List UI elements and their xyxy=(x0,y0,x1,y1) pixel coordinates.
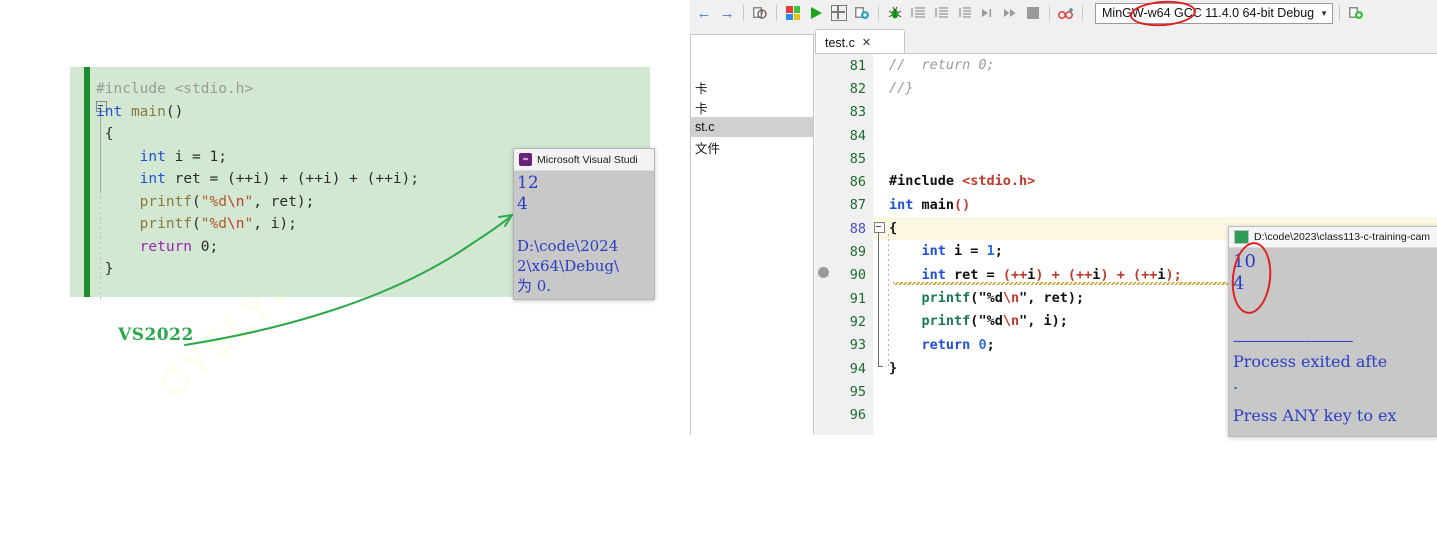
line-number: 83 xyxy=(849,104,866,121)
inspect-icon[interactable] xyxy=(750,3,770,23)
vs-code-line: } xyxy=(96,261,114,277)
vs-code-line: printf("%d\n", i); xyxy=(139,216,297,232)
line-number: 86 xyxy=(849,174,866,191)
vs-change-bar xyxy=(84,67,90,297)
tree-item[interactable]: 卡 xyxy=(691,97,813,117)
vs-console-titlebar: ∞ Microsoft Visual Studi xyxy=(514,149,654,171)
profile-icon[interactable] xyxy=(1346,3,1366,23)
project-tree-panel[interactable]: 卡 卡 st.c 文件 xyxy=(690,34,814,435)
arrow-right-icon[interactable]: → xyxy=(717,3,737,23)
devcpp-console-title-text: D:\code\2023\class113-c-training-cam xyxy=(1254,231,1431,243)
tree-item[interactable]: 卡 xyxy=(691,77,813,97)
toolbar-separator xyxy=(878,5,879,21)
console-output-line: 4 xyxy=(517,194,528,214)
outdent-icon[interactable] xyxy=(931,3,951,23)
vs-console-title-text: Microsoft Visual Studi xyxy=(537,153,638,166)
vs-code-line: #include <stdio.h> xyxy=(96,81,254,97)
line-number: 92 xyxy=(849,313,866,330)
toolbar-separator xyxy=(776,5,777,21)
console-output-line: 2\x64\Debug\ xyxy=(517,257,620,275)
line-number-gutter: 81 82 83 84 85 86 87 88 89 90 91 92 93 9… xyxy=(815,54,873,435)
code-line: int main() xyxy=(889,196,971,213)
vs-code-line: int main() xyxy=(96,103,184,120)
console-output-line: Press ANY key to ex xyxy=(1233,406,1397,425)
tree-item-test-c[interactable]: st.c xyxy=(691,117,813,137)
vs-code-line: return 0; xyxy=(139,238,219,255)
tab-test-c[interactable]: test.c ✕ xyxy=(815,29,905,55)
vs-code-line: int ret = (++i) + (++i) + (++i); xyxy=(139,171,420,187)
breakpoint-marker[interactable] xyxy=(818,267,829,278)
vs-code-block: #include <stdio.h> int main() { int i = 1… xyxy=(96,78,419,281)
format-icon[interactable] xyxy=(954,3,974,23)
vs-console-window[interactable]: ∞ Microsoft Visual Studi 12 4 D:\code\202… xyxy=(513,148,655,300)
line-number: 94 xyxy=(849,360,866,377)
code-line: //} xyxy=(889,80,914,97)
toolbar-separator xyxy=(1082,5,1083,21)
toolbar-separator xyxy=(1339,5,1341,21)
tree-item[interactable]: 文件 xyxy=(691,137,813,157)
line-number: 82 xyxy=(849,80,866,97)
rebuild-icon[interactable] xyxy=(852,3,872,23)
line-number: 89 xyxy=(849,244,866,261)
vs-code-line: int i = 1; xyxy=(139,148,227,165)
debug-bug-icon[interactable] xyxy=(885,3,905,23)
ide-toolbar: ← → MinGW-w64 GCC 11.4.0 64-bit Debug ▼ xyxy=(690,0,1437,27)
console-output-line: 12 xyxy=(517,173,539,193)
line-number: 93 xyxy=(849,337,866,354)
console-output-separator: -------------------------------- xyxy=(1233,333,1353,349)
step-over-icon[interactable] xyxy=(1000,3,1020,23)
compile-grid-icon[interactable] xyxy=(783,3,803,23)
chevron-down-icon: ▼ xyxy=(1320,8,1329,18)
run-play-icon[interactable] xyxy=(806,3,826,23)
line-number: 84 xyxy=(849,127,866,144)
close-icon[interactable]: ✕ xyxy=(862,36,871,49)
line-number-current: 88 xyxy=(849,220,866,237)
fold-range-bar xyxy=(878,232,883,367)
line-number: 91 xyxy=(849,290,866,307)
stop-square-icon[interactable] xyxy=(1023,3,1043,23)
line-number: 87 xyxy=(849,197,866,214)
indent-icon[interactable] xyxy=(908,3,928,23)
watch-glasses-icon[interactable] xyxy=(1056,3,1076,23)
toolbar-separator xyxy=(1049,5,1050,21)
console-output-line: Process exited afte xyxy=(1233,352,1388,371)
console-output-line: 为 0. xyxy=(517,277,552,295)
arrow-left-icon[interactable]: ← xyxy=(694,3,714,23)
console-output-line: . xyxy=(1233,374,1239,393)
vs2022-annotation-label: VS2022 xyxy=(118,325,194,345)
vs-code-line: { xyxy=(96,126,114,142)
code-line: #include <stdio.h> xyxy=(889,173,1036,190)
console-output-line: D:\code\2024 xyxy=(517,237,619,255)
tab-label: test.c xyxy=(825,35,855,50)
vs-console-output: 12 4 D:\code\2024 2\x64\Debug\ 为 0. xyxy=(514,171,654,296)
fold-collapse-icon[interactable] xyxy=(874,222,885,233)
vs-code-line: printf("%d\n", ret); xyxy=(139,193,315,210)
line-number: 96 xyxy=(849,407,866,424)
compile-run-icon[interactable] xyxy=(829,3,849,23)
code-line: // return 0; xyxy=(889,57,995,73)
toolbar-separator xyxy=(743,5,744,21)
visual-studio-icon: ∞ xyxy=(519,153,532,166)
step-into-icon[interactable] xyxy=(977,3,997,23)
line-number: 81 xyxy=(849,57,866,74)
console-window-icon xyxy=(1234,230,1249,244)
line-number: 95 xyxy=(849,383,866,400)
line-number: 85 xyxy=(849,150,866,167)
